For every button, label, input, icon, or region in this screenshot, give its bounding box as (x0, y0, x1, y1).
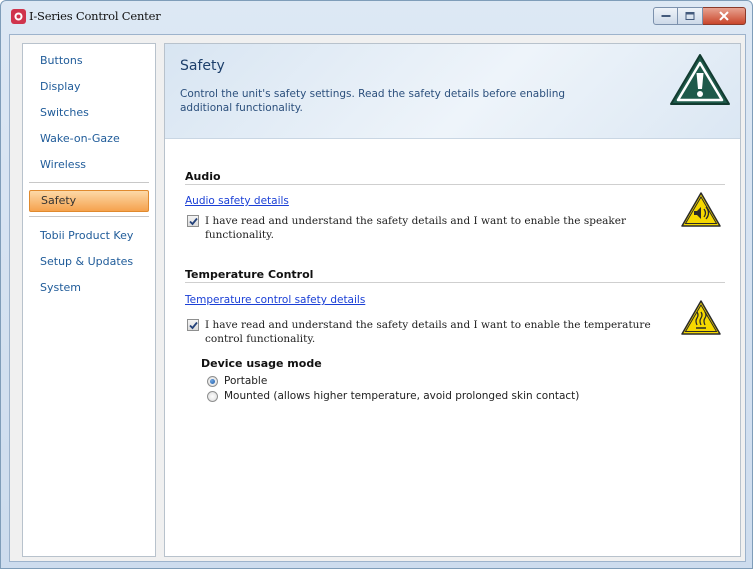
app-window: I-Series Control Center Buttons Display … (0, 0, 753, 569)
mounted-radio-label[interactable]: Mounted (allows higher temperature, avoi… (224, 390, 579, 402)
maximize-button[interactable] (678, 7, 703, 25)
warning-triangle-icon (670, 54, 730, 105)
speaker-warning-icon (681, 192, 721, 227)
temperature-enable-label[interactable]: I have read and understand the safety de… (205, 318, 675, 346)
sidebar-item-system[interactable]: System (29, 277, 149, 299)
sidebar-item-display[interactable]: Display (29, 76, 149, 98)
audio-section-divider (185, 184, 725, 185)
device-usage-mode-label: Device usage mode (201, 357, 322, 370)
temperature-section-divider (185, 282, 725, 283)
page-description: Control the unit's safety settings. Read… (180, 88, 566, 114)
page-header: Safety Control the unit's safety setting… (165, 44, 740, 139)
sidebar-item-safety[interactable]: Safety (29, 190, 149, 212)
sidebar-item-buttons[interactable]: Buttons (29, 50, 149, 72)
temperature-enable-row: I have read and understand the safety de… (187, 318, 675, 346)
sidebar-divider (29, 216, 149, 217)
app-logo-icon (11, 9, 26, 24)
maximize-icon (685, 12, 695, 20)
audio-section-title: Audio (185, 170, 221, 183)
checkmark-icon (189, 217, 198, 226)
audio-enable-checkbox[interactable] (187, 215, 199, 227)
sidebar-item-switches[interactable]: Switches (29, 102, 149, 124)
close-icon (719, 11, 729, 21)
temperature-section-title: Temperature Control (185, 268, 314, 281)
checkmark-icon (189, 321, 198, 330)
sidebar-item-tobii-product-key[interactable]: Tobii Product Key (29, 225, 149, 247)
audio-enable-row: I have read and understand the safety de… (187, 214, 695, 242)
audio-enable-label[interactable]: I have read and understand the safety de… (205, 214, 695, 242)
window-controls (653, 7, 746, 26)
sidebar-item-setup-updates[interactable]: Setup & Updates (29, 251, 149, 273)
client-area: Buttons Display Switches Wake-on-Gaze Wi… (9, 34, 746, 562)
minimize-icon (661, 15, 670, 17)
sidebar-item-wireless[interactable]: Wireless (29, 154, 149, 176)
page-title: Safety (180, 58, 225, 74)
portable-radio-label[interactable]: Portable (224, 375, 267, 387)
content-panel: Safety Control the unit's safety setting… (164, 43, 741, 557)
temperature-enable-checkbox[interactable] (187, 319, 199, 331)
usage-mode-option-portable[interactable]: Portable (207, 375, 267, 387)
usage-mode-option-mounted[interactable]: Mounted (allows higher temperature, avoi… (207, 390, 579, 402)
sidebar-item-wake-on-gaze[interactable]: Wake-on-Gaze (29, 128, 149, 150)
audio-safety-details-link[interactable]: Audio safety details (185, 195, 289, 207)
hot-surface-warning-icon (681, 300, 721, 335)
minimize-button[interactable] (653, 7, 678, 25)
portable-radio[interactable] (207, 375, 218, 387)
mounted-radio[interactable] (207, 390, 218, 402)
close-button[interactable] (703, 7, 746, 25)
title-bar[interactable]: I-Series Control Center (1, 1, 752, 37)
sidebar-divider (29, 182, 149, 183)
window-title: I-Series Control Center (29, 9, 161, 23)
sidebar: Buttons Display Switches Wake-on-Gaze Wi… (22, 43, 156, 557)
temperature-safety-details-link[interactable]: Temperature control safety details (185, 294, 365, 306)
